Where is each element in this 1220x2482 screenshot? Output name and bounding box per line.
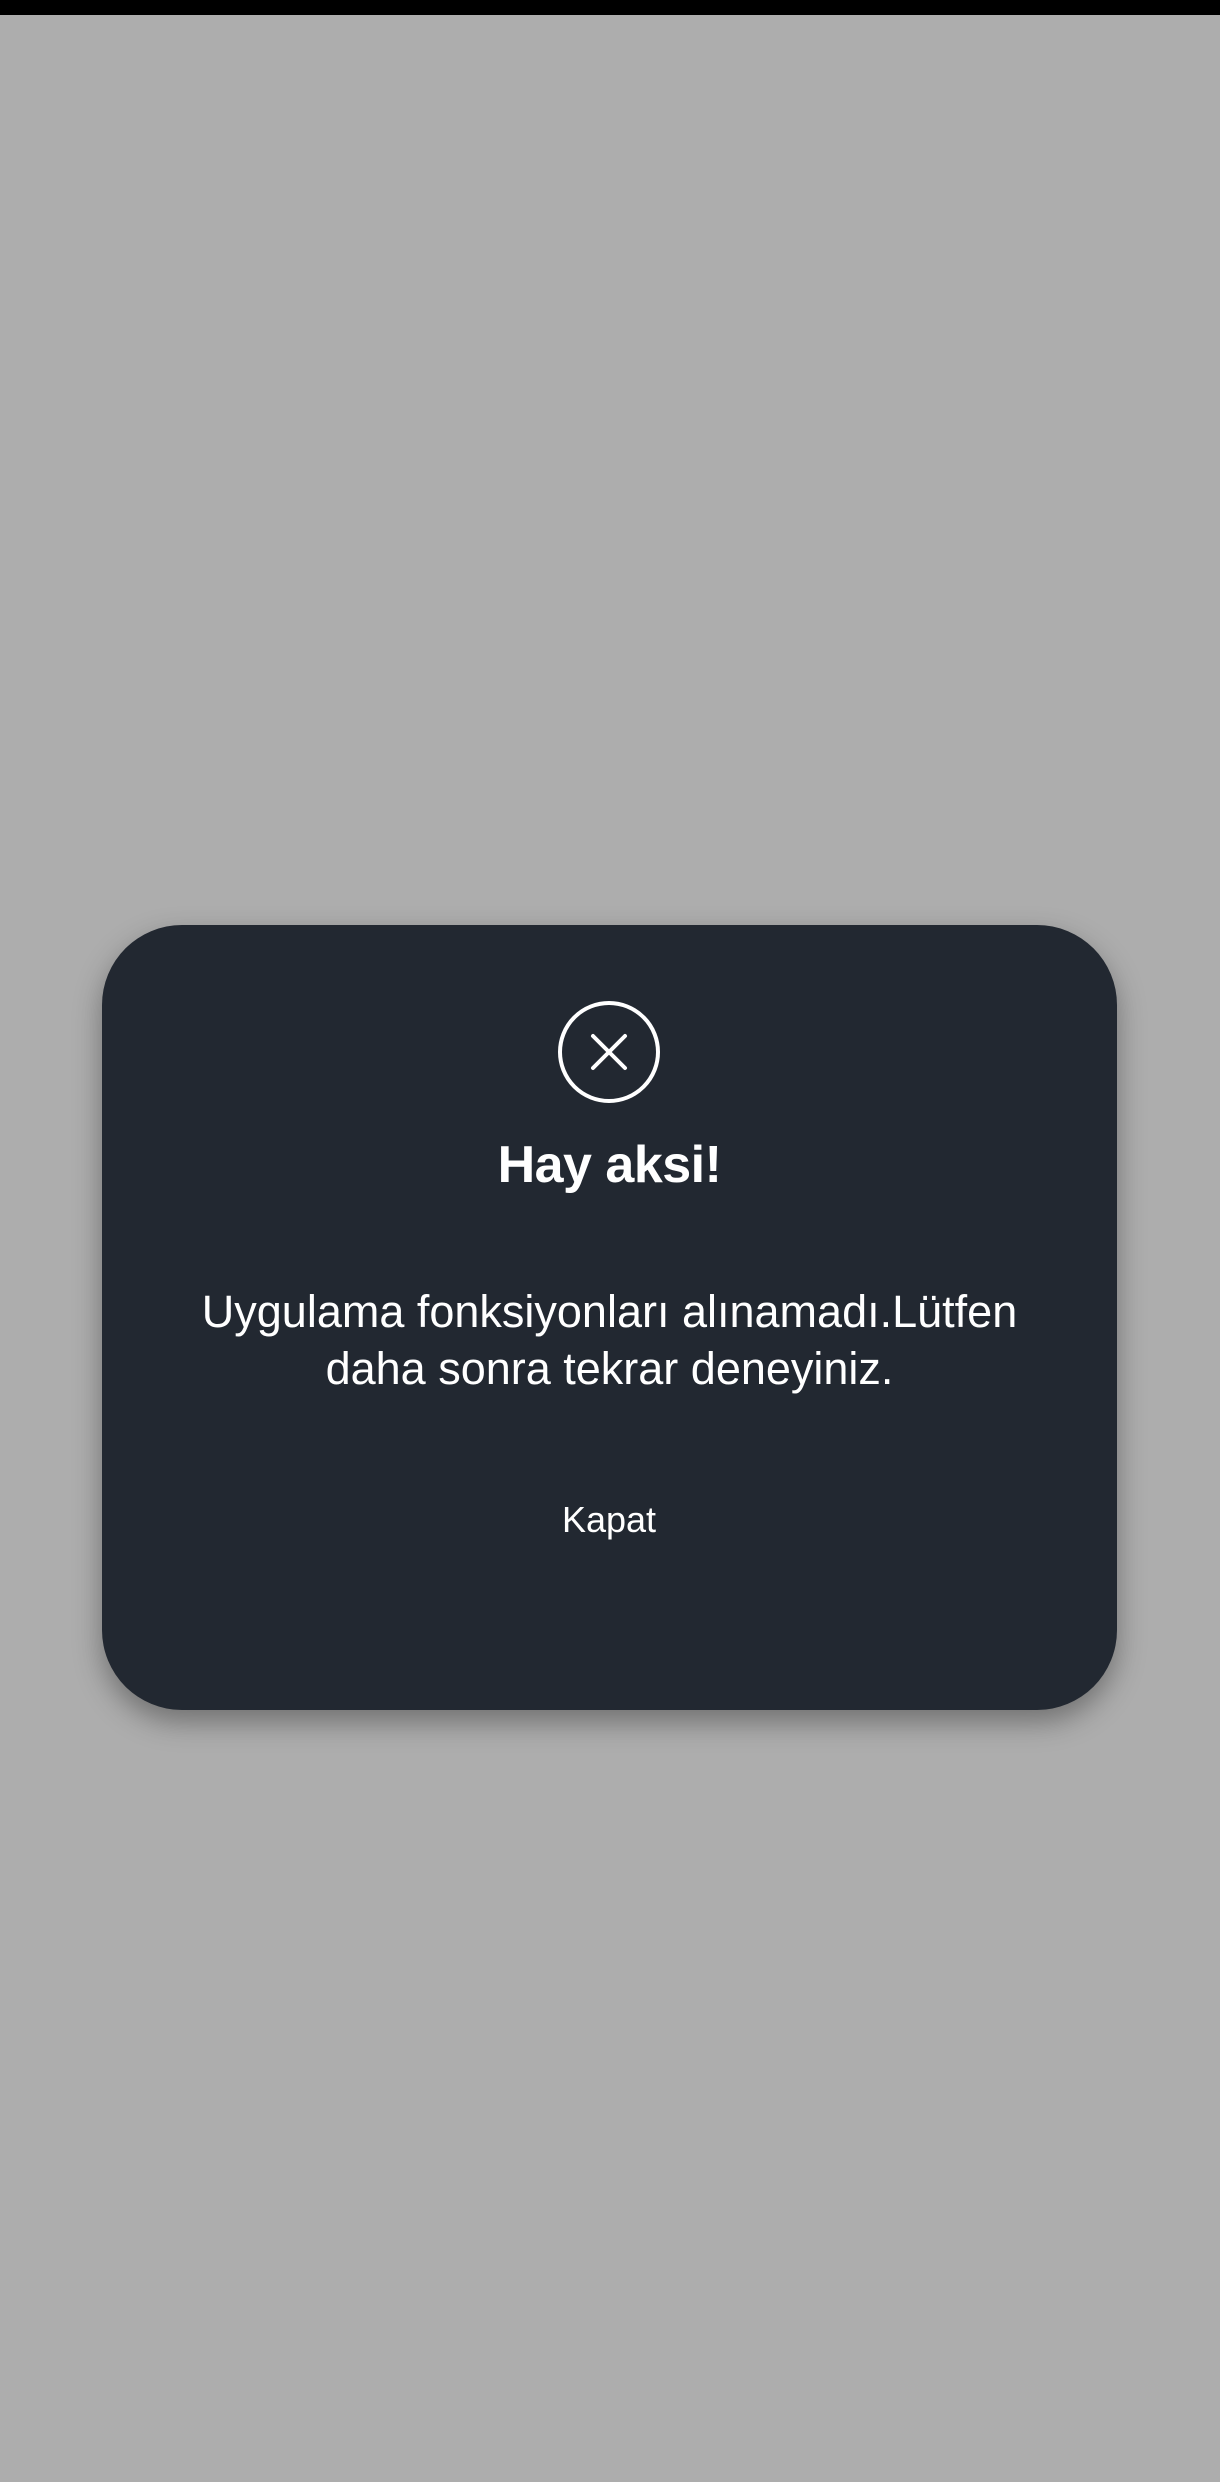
close-button[interactable]: Kapat: [459, 1465, 759, 1575]
status-bar: [0, 0, 1220, 15]
close-circle-icon: [557, 1000, 661, 1104]
dialog-message: Uygulama fonksiyonları alınamadı.Lütfen …: [201, 1286, 1018, 1394]
error-dialog: Hay aksi! Uygulama fonksiyonları alınama…: [102, 925, 1117, 1710]
dialog-title: Hay aksi!: [497, 1136, 722, 1194]
modal-overlay[interactable]: Hay aksi! Uygulama fonksiyonları alınama…: [0, 15, 1220, 2482]
